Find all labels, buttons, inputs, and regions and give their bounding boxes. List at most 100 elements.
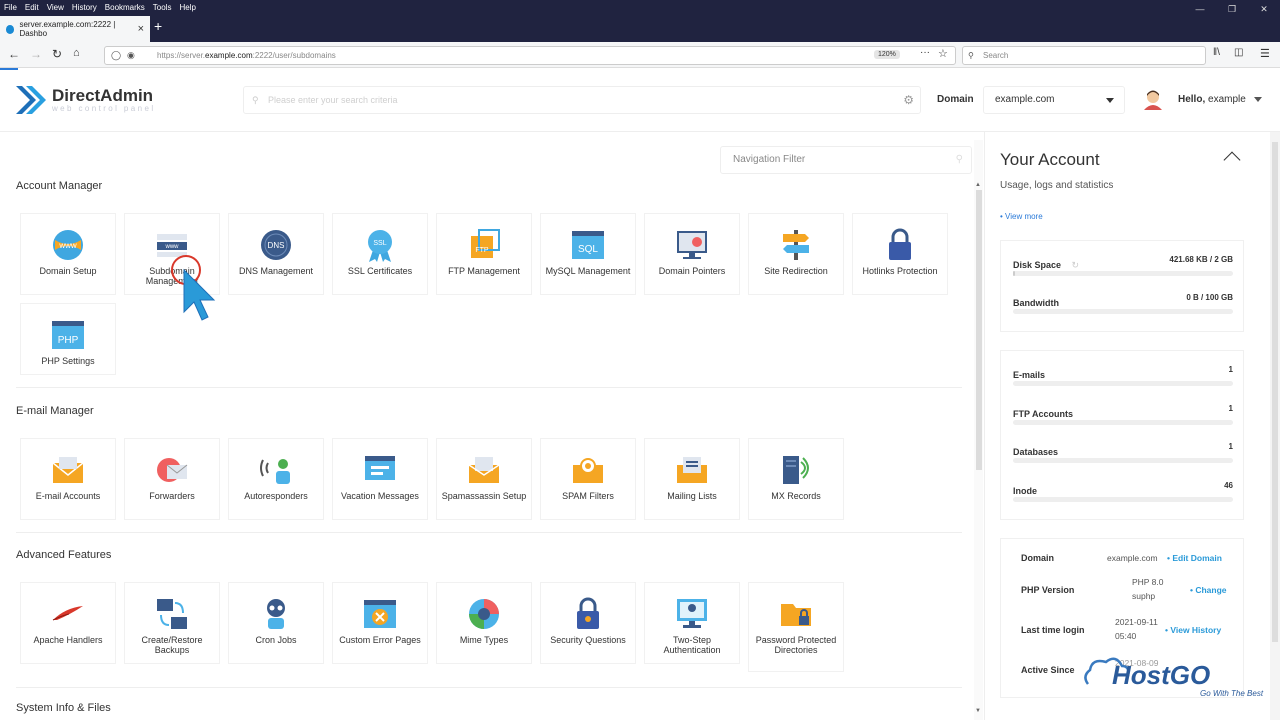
card-label: Cron Jobs: [255, 635, 297, 645]
menu-view[interactable]: View: [47, 3, 64, 12]
edit-domain-link[interactable]: • Edit Domain: [1167, 553, 1222, 563]
card-domain-pointers[interactable]: Domain Pointers: [644, 213, 740, 295]
card-ssl-certificates[interactable]: SSL SSL Certificates: [332, 213, 428, 295]
menu-bookmarks[interactable]: Bookmarks: [105, 3, 145, 12]
card-mx-records[interactable]: MX Records: [748, 438, 844, 520]
card-vacation-messages[interactable]: Vacation Messages: [332, 438, 428, 520]
card-label: Mime Types: [459, 635, 509, 645]
card-label: Site Redirection: [764, 266, 828, 276]
card-php-settings[interactable]: PHP PHP Settings: [20, 303, 116, 375]
collapse-chevron-up-icon[interactable]: [1223, 151, 1241, 169]
inode-label: Inode: [1013, 486, 1037, 496]
card-cron-jobs[interactable]: Cron Jobs: [228, 582, 324, 664]
card-apache-handlers[interactable]: Apache Handlers: [20, 582, 116, 664]
lock-icon: ◉: [127, 50, 135, 60]
card-custom-error-pages[interactable]: Custom Error Pages: [332, 582, 428, 664]
browser-search-field[interactable]: ⚲ Search: [962, 46, 1206, 65]
hamburger-menu-icon[interactable]: ☰: [1260, 47, 1270, 60]
svg-text:Go With The Best: Go With The Best: [1200, 689, 1264, 698]
view-history-link[interactable]: • View History: [1165, 625, 1221, 635]
section-email-manager: E-mail Manager: [16, 405, 94, 417]
app-search-input[interactable]: ⚲ Please enter your search criteria ⚙: [243, 86, 921, 114]
library-icon[interactable]: ‖\: [1213, 47, 1220, 58]
scroll-up-icon[interactable]: ▲: [975, 182, 981, 188]
card-label: Apache Handlers: [33, 635, 103, 645]
home-icon[interactable]: ⌂: [73, 47, 80, 59]
card-create-restore-backups[interactable]: Create/Restore Backups: [124, 582, 220, 664]
browser-menubar: File Edit View History Bookmarks Tools H…: [0, 0, 1280, 14]
bandwidth-value: 0 B / 100 GB: [1186, 293, 1233, 302]
navigation-filter-input[interactable]: Navigation Filter ⚲: [720, 146, 972, 174]
spam-filter-icon: [570, 453, 606, 487]
menu-tools[interactable]: Tools: [153, 3, 172, 12]
settings-gear-icon[interactable]: ⚙: [903, 87, 914, 113]
card-ftp-management[interactable]: FTP FTP Management: [436, 213, 532, 295]
card-hotlinks-protection[interactable]: Hotlinks Protection: [852, 213, 948, 295]
your-account-sidebar: Your Account Usage, logs and statistics …: [984, 132, 1270, 720]
card-security-questions[interactable]: Security Questions: [540, 582, 636, 664]
card-domain-setup[interactable]: www Domain Setup: [20, 213, 116, 295]
php-window-icon: PHP: [50, 318, 86, 352]
directadmin-logo[interactable]: DirectAdmin web control panel: [16, 84, 156, 116]
menu-history[interactable]: History: [72, 3, 97, 12]
card-label: Custom Error Pages: [339, 635, 421, 645]
apache-feather-icon: [50, 597, 86, 631]
url-bar[interactable]: ◯ ◉ https://server.example.com:2222/user…: [104, 46, 956, 65]
card-email-accounts[interactable]: E-mail Accounts: [20, 438, 116, 520]
back-icon[interactable]: ←: [8, 47, 20, 61]
bandwidth-stat: Bandwidth 0 B / 100 GB: [1013, 293, 1233, 314]
reload-icon[interactable]: ↻: [52, 47, 62, 61]
browser-tab[interactable]: server.example.com:2222 | Dashbo ×: [0, 16, 150, 42]
card-forwarders[interactable]: Forwarders: [124, 438, 220, 520]
databases-value: 1: [1228, 442, 1233, 451]
loading-spinner-icon: ↻: [1071, 260, 1080, 270]
monitor-pointer-icon: [674, 228, 710, 262]
ftp-accounts-bar: [1013, 420, 1233, 425]
search-icon: ⚲: [968, 51, 974, 60]
url-prefix: https://server.: [157, 51, 206, 60]
user-greeting[interactable]: Hello, example: [1178, 94, 1246, 105]
zoom-level[interactable]: 120%: [874, 50, 900, 59]
domain-select[interactable]: example.com: [983, 86, 1125, 114]
change-php-link[interactable]: • Change: [1190, 585, 1227, 595]
main-scrollbar[interactable]: ▲ ▼: [974, 140, 983, 720]
forward-icon[interactable]: →: [30, 47, 42, 61]
card-password-protected-directories[interactable]: Password Protected Directories: [748, 582, 844, 672]
card-site-redirection[interactable]: Site Redirection: [748, 213, 844, 295]
menu-edit[interactable]: Edit: [25, 3, 39, 12]
sidebar-scrollbar[interactable]: [1270, 132, 1280, 720]
card-label: E-mail Accounts: [35, 491, 101, 501]
domain-info-label: Domain: [1021, 553, 1055, 563]
more-icon[interactable]: ···: [920, 47, 930, 58]
ftp-accounts-value: 1: [1228, 404, 1233, 413]
signpost-icon: [778, 228, 814, 262]
tab-close-icon[interactable]: ×: [138, 23, 144, 35]
new-tab-icon[interactable]: +: [154, 18, 162, 34]
card-autoresponders[interactable]: Autoresponders: [228, 438, 324, 520]
envelope-icon: [50, 453, 86, 487]
sidebar-toggle-icon[interactable]: ◫: [1234, 47, 1243, 58]
view-more-link[interactable]: • View more: [1000, 212, 1043, 221]
card-dns-management[interactable]: DNS DNS Management: [228, 213, 324, 295]
card-label: Vacation Messages: [341, 491, 419, 501]
card-label: Mailing Lists: [667, 491, 717, 501]
emails-stat: E-mails 1: [1013, 365, 1233, 386]
card-spam-filters[interactable]: SPAM Filters: [540, 438, 636, 520]
menu-help[interactable]: Help: [179, 3, 195, 12]
scroll-down-icon[interactable]: ▼: [975, 708, 981, 714]
sidebar-scrollbar-thumb[interactable]: [1272, 142, 1278, 642]
url-path: :2222/user/subdomains: [252, 51, 336, 60]
user-avatar[interactable]: [1142, 88, 1164, 110]
menu-file[interactable]: File: [4, 3, 17, 12]
main-scrollbar-thumb[interactable]: [976, 190, 982, 470]
user-menu-chevron-icon[interactable]: [1254, 97, 1262, 102]
card-spamassassin-setup[interactable]: Spamassassin Setup: [436, 438, 532, 520]
card-mailing-lists[interactable]: Mailing Lists: [644, 438, 740, 520]
card-two-step-authentication[interactable]: Two-Step Authentication: [644, 582, 740, 664]
section-advanced-features: Advanced Features: [16, 549, 112, 561]
mailing-list-icon: [674, 453, 710, 487]
chevron-down-icon: [1106, 98, 1114, 103]
bookmark-star-icon[interactable]: ☆: [938, 47, 948, 60]
card-mysql-management[interactable]: SQL MySQL Management: [540, 213, 636, 295]
card-mime-types[interactable]: Mime Types: [436, 582, 532, 664]
